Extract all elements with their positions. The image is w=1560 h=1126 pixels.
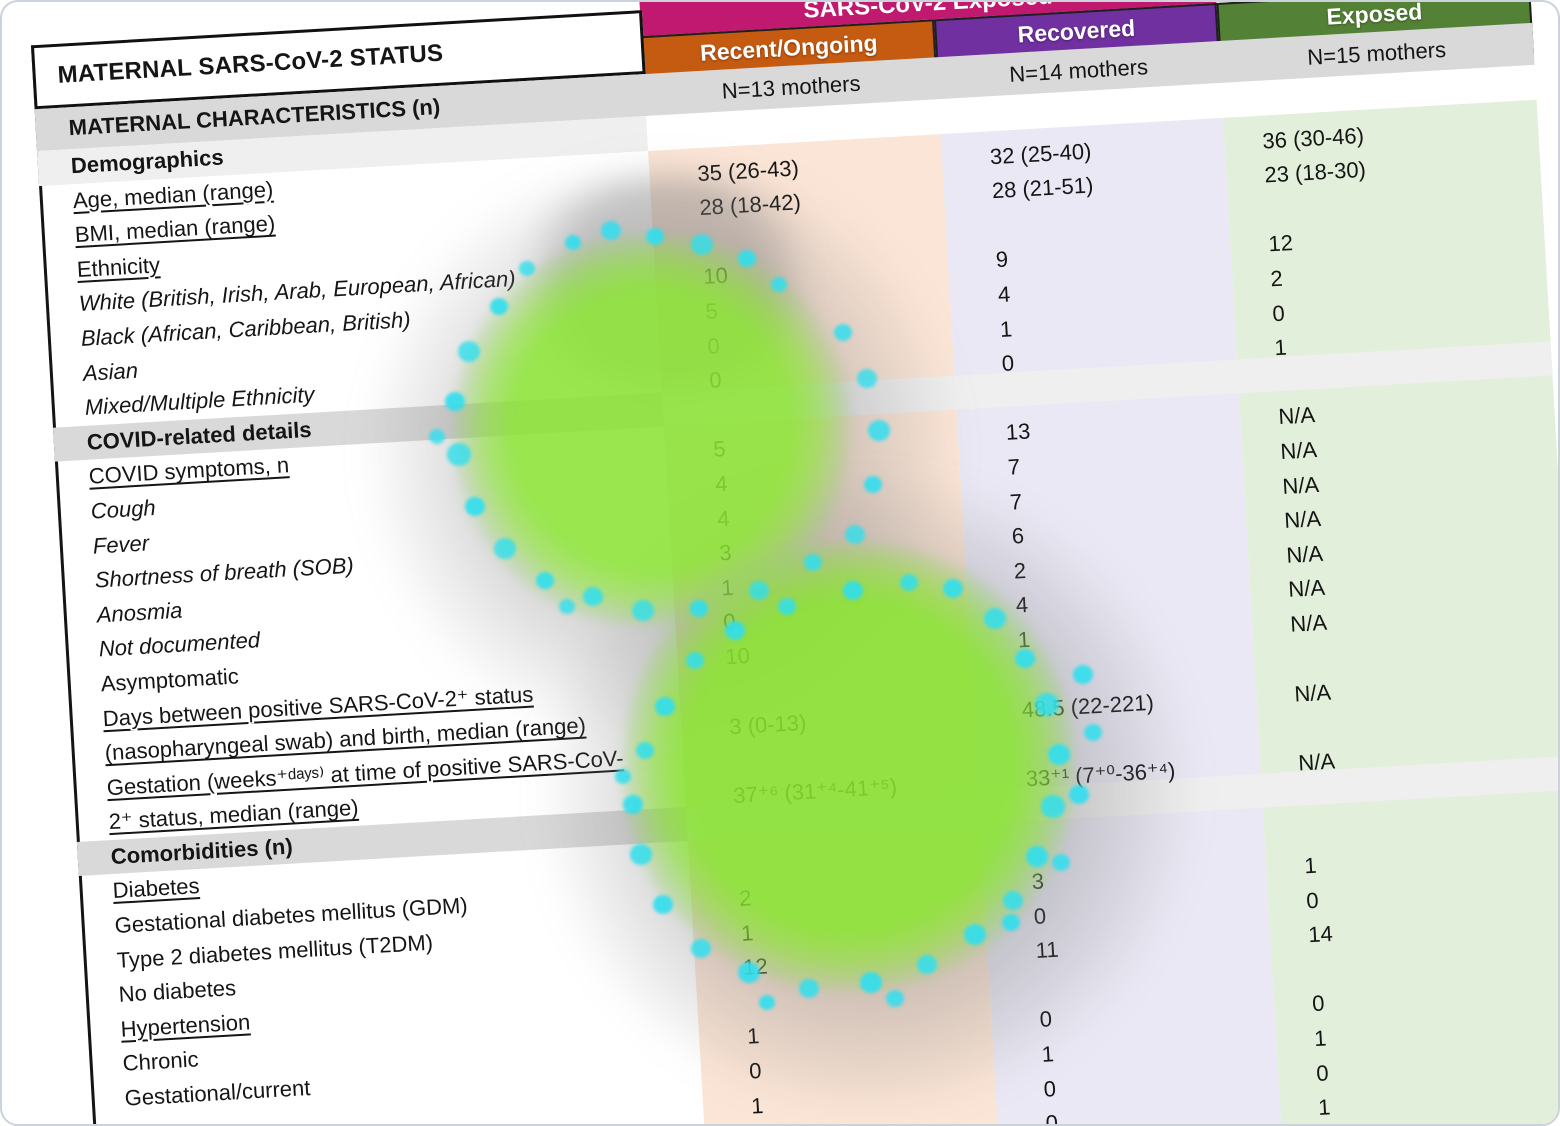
tilted-table: SARS-CoV-2 Exposed Recent/Ongoing (R/O) … — [20, 0, 1529, 64]
figure-page: SARS-CoV-2 Exposed Recent/Ongoing (R/O) … — [0, 0, 1560, 1126]
virus-spike-speckles-icon — [2, 2, 12, 11]
table-rows: DemographicsAge, median (range)35 (26-43… — [37, 65, 1560, 1126]
table-title: MATERNAL SARS-CoV-2 STATUS — [57, 40, 444, 90]
virus-spike-speckles-icon — [2, 2, 12, 11]
